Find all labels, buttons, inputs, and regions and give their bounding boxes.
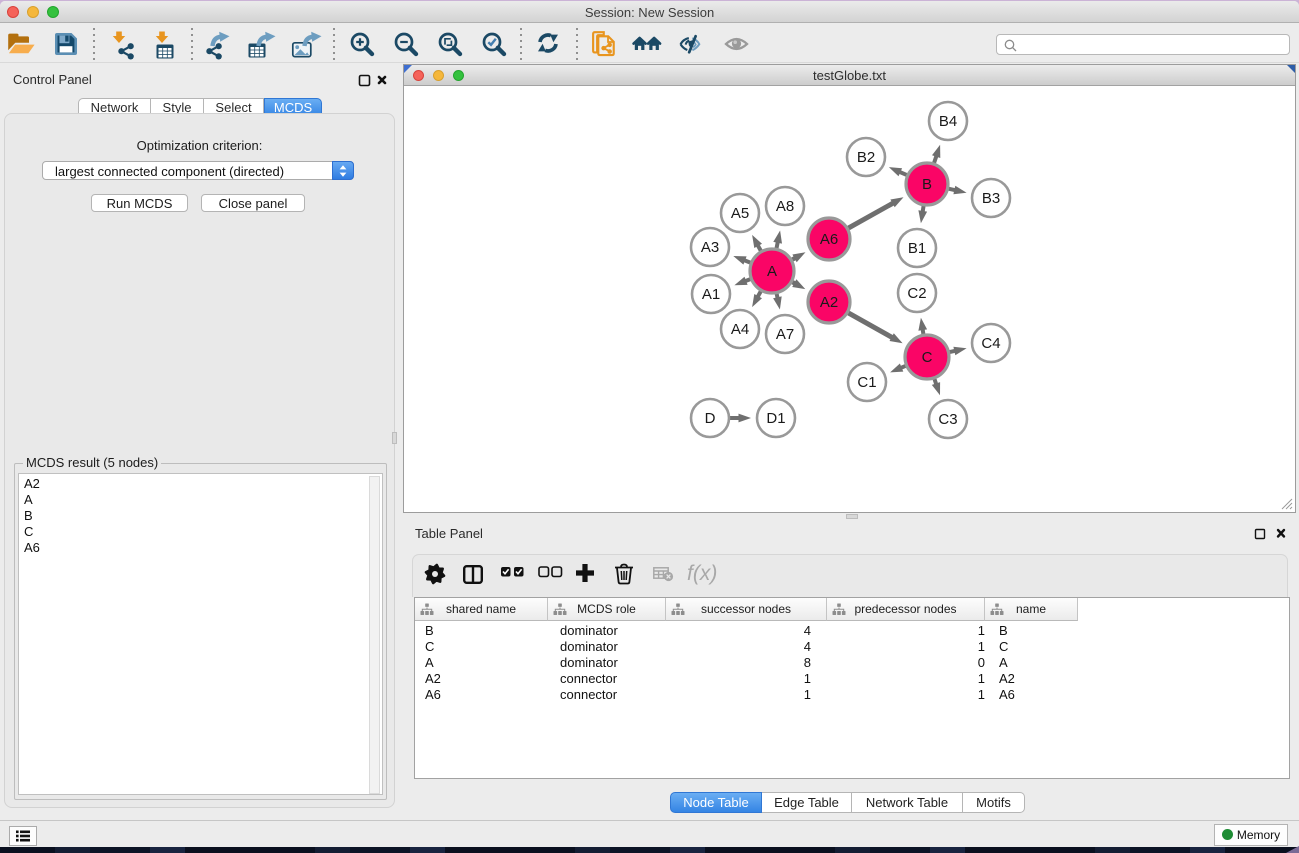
svg-text:B3: B3: [982, 190, 1000, 207]
svg-text:A1: A1: [702, 286, 720, 303]
svg-text:A: A: [767, 263, 777, 280]
svg-text:A6: A6: [820, 231, 838, 248]
svg-text:C4: C4: [981, 335, 1000, 352]
svg-text:B1: B1: [908, 240, 926, 257]
svg-text:D1: D1: [766, 410, 785, 427]
svg-text:C: C: [922, 349, 933, 366]
svg-text:f(x): f(x): [687, 562, 717, 585]
svg-text:C2: C2: [907, 285, 926, 302]
svg-text:A8: A8: [776, 198, 794, 215]
svg-text:A3: A3: [701, 239, 719, 256]
svg-text:A2: A2: [820, 294, 838, 311]
svg-text:B2: B2: [857, 149, 875, 166]
svg-text:B: B: [922, 176, 932, 193]
svg-text:A5: A5: [731, 205, 749, 222]
svg-text:C1: C1: [857, 374, 876, 391]
svg-text:A7: A7: [776, 326, 794, 343]
svg-text:A4: A4: [731, 321, 749, 338]
svg-text:B4: B4: [939, 113, 957, 130]
svg-text:C3: C3: [938, 411, 957, 428]
svg-text:D: D: [705, 410, 716, 427]
